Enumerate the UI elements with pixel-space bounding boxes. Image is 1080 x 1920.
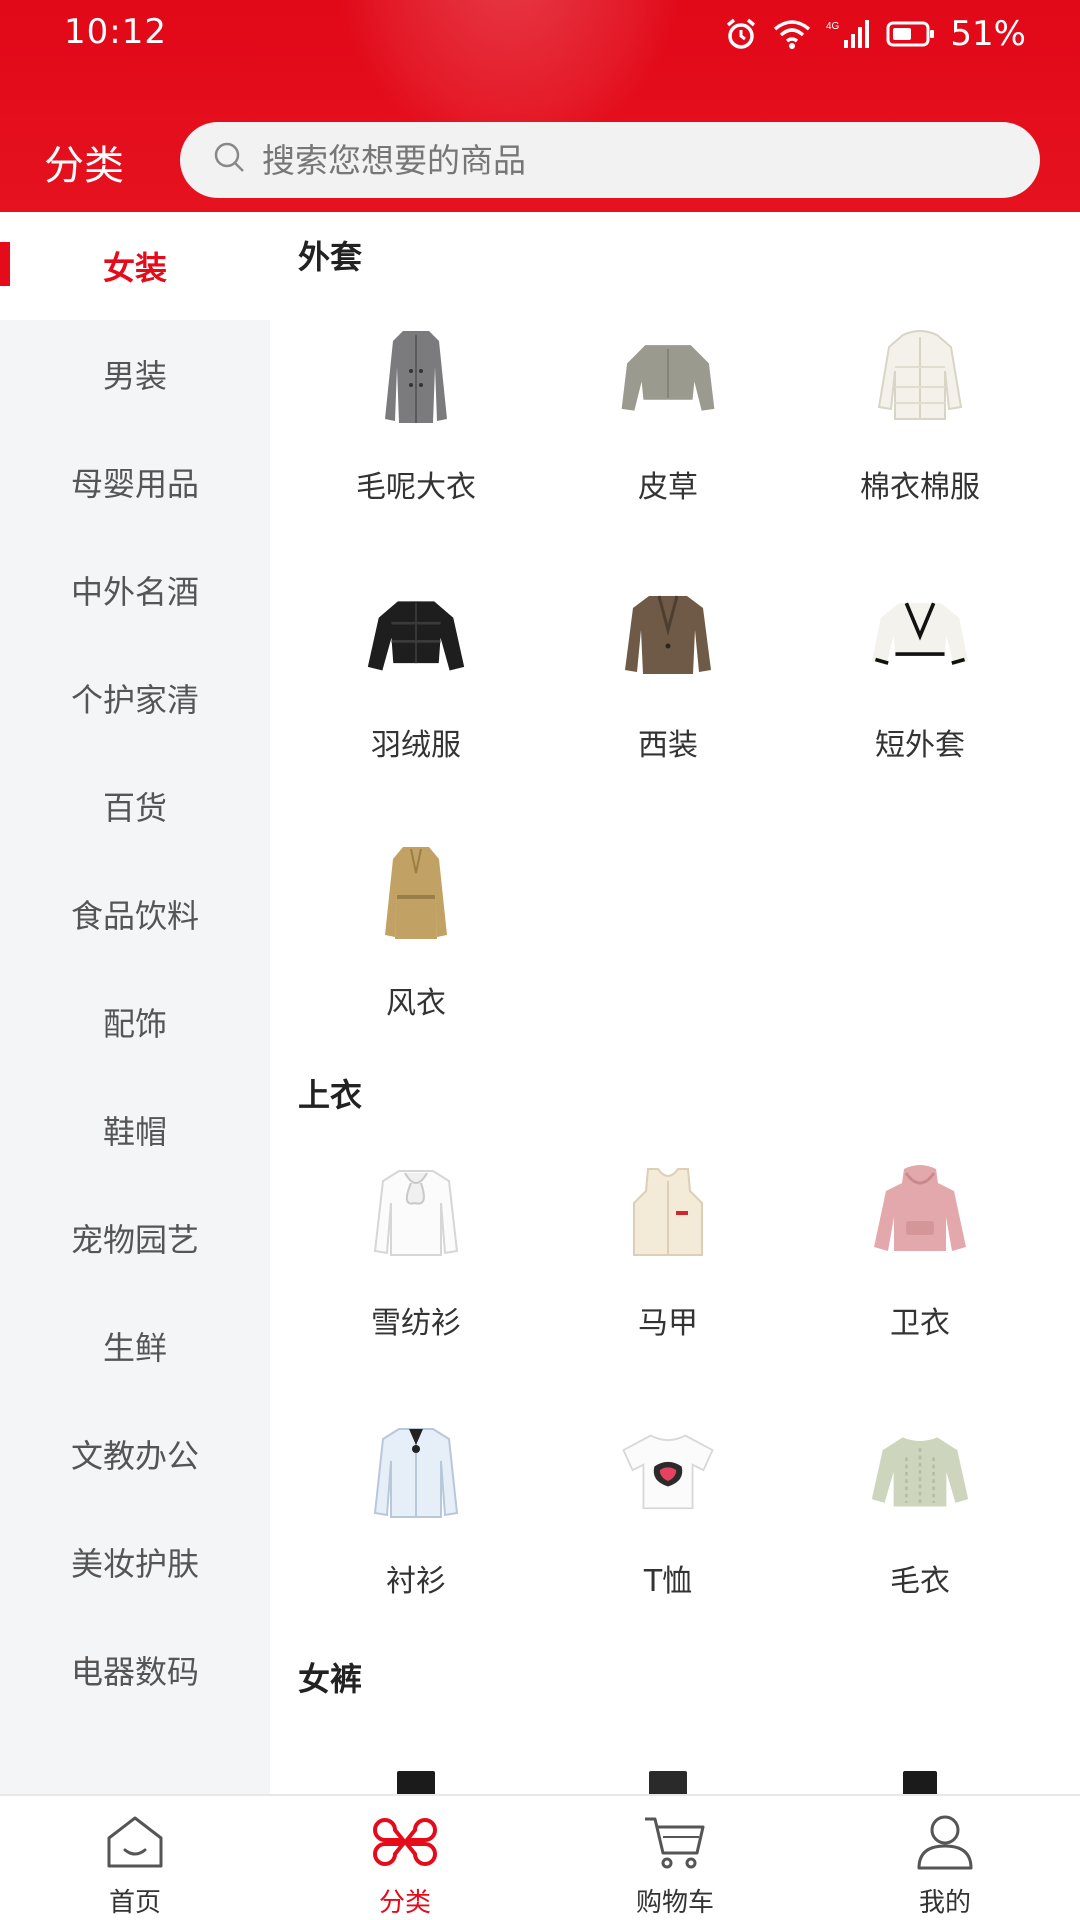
sidebar-item-food-drinks[interactable]: 食品饮料 — [0, 860, 270, 968]
category-item-label: 西装 — [638, 728, 698, 763]
sidebar-item-pets-garden[interactable]: 宠物园艺 — [0, 1184, 270, 1292]
nav-item-profile[interactable]: 我的 — [810, 1796, 1080, 1920]
short-jacket-icon — [870, 580, 970, 690]
category-item[interactable]: T恤 — [542, 1416, 794, 1666]
category-item-label: 短外套 — [875, 728, 965, 763]
sidebar-item-mens[interactable]: 男装 — [0, 320, 270, 428]
hoodie-icon — [870, 1158, 970, 1268]
category-item-label: 马甲 — [638, 1306, 698, 1341]
shirt-icon — [366, 1416, 466, 1526]
category-item[interactable]: 羽绒服 — [290, 580, 542, 830]
sidebar-item-womens[interactable]: 女装 — [0, 212, 270, 320]
category-item-label: 风衣 — [386, 986, 446, 1021]
pants-icon — [366, 1742, 466, 1794]
home-icon — [103, 1810, 167, 1874]
category-content: 外套 毛呢大衣 皮草 棉衣棉服 羽绒服 西装 短外套 风衣 上衣 雪纺衫 马甲 … — [270, 212, 1080, 1794]
page-title: 分类 — [44, 143, 124, 189]
category-item[interactable]: 棉衣棉服 — [794, 322, 1046, 572]
search-input[interactable] — [262, 140, 1022, 180]
sidebar-item-electronics[interactable]: 电器数码 — [0, 1616, 270, 1724]
category-item-label: 毛衣 — [890, 1564, 950, 1599]
category-item-label: 雪纺衫 — [371, 1306, 461, 1341]
pants-icon — [618, 1742, 718, 1794]
svg-text:4G: 4G — [826, 21, 840, 32]
sidebar-item-beauty[interactable]: 美妆护肤 — [0, 1508, 270, 1616]
status-time: 10:12 — [64, 12, 167, 52]
sidebar-item-shoes-hats[interactable]: 鞋帽 — [0, 1076, 270, 1184]
category-icon — [373, 1810, 437, 1874]
wool-coat-icon — [366, 322, 466, 432]
cart-icon — [643, 1810, 707, 1874]
category-item[interactable]: 毛呢大衣 — [290, 322, 542, 572]
category-item-label: 衬衫 — [386, 1564, 446, 1599]
category-item[interactable]: 毛衣 — [794, 1416, 1046, 1666]
fur-jacket-icon — [618, 322, 718, 432]
category-item-label: 羽绒服 — [371, 728, 461, 763]
category-item[interactable]: 风衣 — [290, 838, 542, 1088]
status-icons: 4G 51% — [724, 14, 1026, 54]
category-item[interactable]: 短外套 — [794, 580, 1046, 830]
pants-icon — [870, 1742, 970, 1794]
category-item[interactable] — [290, 1742, 542, 1794]
vest-icon — [618, 1158, 718, 1268]
sidebar-item-personal-care[interactable]: 个护家清 — [0, 644, 270, 752]
category-item[interactable]: 马甲 — [542, 1158, 794, 1408]
category-item-label: 棉衣棉服 — [860, 470, 980, 505]
wifi-icon — [772, 18, 812, 50]
section-title-outerwear: 外套 — [298, 238, 363, 276]
trench-coat-icon — [366, 838, 466, 948]
nav-item-cart[interactable]: 购物车 — [540, 1796, 810, 1920]
profile-icon — [913, 1810, 977, 1874]
nav-item-category[interactable]: 分类 — [270, 1796, 540, 1920]
category-item[interactable] — [542, 1742, 794, 1794]
nav-label: 分类 — [378, 1888, 431, 1918]
sweater-icon — [870, 1416, 970, 1526]
category-item[interactable] — [794, 1742, 1046, 1794]
sidebar-item-accessories[interactable]: 配饰 — [0, 968, 270, 1076]
section-title-tops: 上衣 — [298, 1076, 363, 1114]
cellular-signal-icon: 4G — [826, 18, 872, 50]
blazer-icon — [618, 580, 718, 690]
tshirt-icon — [618, 1416, 718, 1526]
category-item-label: 卫衣 — [890, 1306, 950, 1341]
sidebar-item-liquor[interactable]: 中外名酒 — [0, 536, 270, 644]
nav-item-home[interactable]: 首页 — [0, 1796, 270, 1920]
category-sidebar: 女装 男装 母婴用品 中外名酒 个护家清 百货 食品饮料 配饰 鞋帽 宠物园艺 … — [0, 212, 270, 1794]
search-icon — [212, 140, 248, 180]
battery-icon — [886, 20, 936, 48]
category-item[interactable]: 衬衫 — [290, 1416, 542, 1666]
sidebar-item-fresh[interactable]: 生鲜 — [0, 1292, 270, 1400]
nav-label: 我的 — [918, 1888, 971, 1918]
search-bar[interactable] — [180, 122, 1040, 198]
nav-label: 购物车 — [635, 1888, 714, 1918]
cotton-coat-icon — [870, 322, 970, 432]
battery-percentage: 51% — [950, 14, 1026, 54]
sidebar-item-baby[interactable]: 母婴用品 — [0, 428, 270, 536]
category-item[interactable]: 雪纺衫 — [290, 1158, 542, 1408]
section-title-womens-pants: 女裤 — [298, 1660, 363, 1698]
category-item-label: 毛呢大衣 — [356, 470, 476, 505]
alarm-icon — [724, 17, 758, 51]
nav-label: 首页 — [108, 1888, 161, 1918]
category-item-label: T恤 — [643, 1564, 693, 1599]
category-item[interactable]: 西装 — [542, 580, 794, 830]
category-item[interactable]: 卫衣 — [794, 1158, 1046, 1408]
bottom-nav: 首页 分类 购物车 我的 — [0, 1794, 1080, 1920]
category-item-label: 皮草 — [638, 470, 698, 505]
sidebar-item-office[interactable]: 文教办公 — [0, 1400, 270, 1508]
chiffon-blouse-icon — [366, 1158, 466, 1268]
status-bar: 10:12 4G 51% — [0, 0, 1080, 70]
sidebar-item-general-goods[interactable]: 百货 — [0, 752, 270, 860]
category-item[interactable]: 皮草 — [542, 322, 794, 572]
down-jacket-icon — [366, 580, 466, 690]
header: 10:12 4G 51% 分类 — [0, 0, 1080, 212]
